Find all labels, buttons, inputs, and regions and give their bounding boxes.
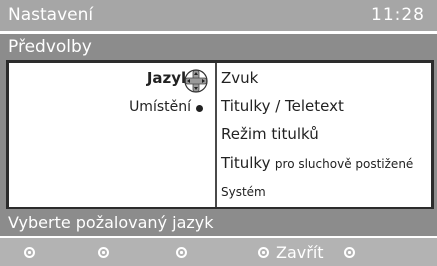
submenu-item-titulky-sluchove[interactable]: Titulky pro sluchově postižené (221, 154, 413, 172)
button-bar: Zavřít (0, 236, 437, 266)
submenu-item-zvuk[interactable]: Zvuk (221, 69, 258, 87)
menu-panel: Jazyk Umístění Zvuk Titulky / Teletext R… (6, 60, 434, 210)
page-title: Nastavení (8, 5, 94, 25)
clock: 11:28 (371, 5, 425, 25)
menu-item-umisteni[interactable]: Umístění (129, 99, 191, 115)
submenu-item-rezim-titulku[interactable]: Režim titulků (221, 125, 319, 143)
title-bar: Nastavení 11:28 (0, 0, 437, 34)
yellow-button-icon[interactable] (176, 247, 187, 258)
blue-button-icon[interactable] (258, 247, 269, 258)
green-button-icon[interactable] (98, 247, 109, 258)
red-button-icon[interactable] (24, 247, 35, 258)
navigation-cross-icon (184, 69, 208, 93)
tv-settings-screen: Nastavení 11:28 Předvolby Jazyk Umístění… (0, 0, 437, 266)
hint-bar: Vyberte požalovaný jazyk (0, 209, 437, 236)
submenu-item-system[interactable]: Systém (221, 185, 266, 199)
white-button-icon[interactable] (344, 247, 355, 258)
close-button[interactable]: Zavřít (276, 243, 324, 262)
subtitle-bar: Předvolby (0, 34, 437, 61)
hint-text: Vyberte požalovaný jazyk (8, 213, 214, 232)
column-divider (215, 63, 217, 207)
bullet-icon (196, 105, 203, 112)
section-title: Předvolby (8, 37, 92, 57)
submenu-item-titulky-teletext[interactable]: Titulky / Teletext (221, 97, 344, 115)
submenu-item-titulky-sluchove-suffix: pro sluchově postižené (274, 157, 414, 171)
submenu-item-titulky-sluchove-label: Titulky (221, 154, 271, 172)
